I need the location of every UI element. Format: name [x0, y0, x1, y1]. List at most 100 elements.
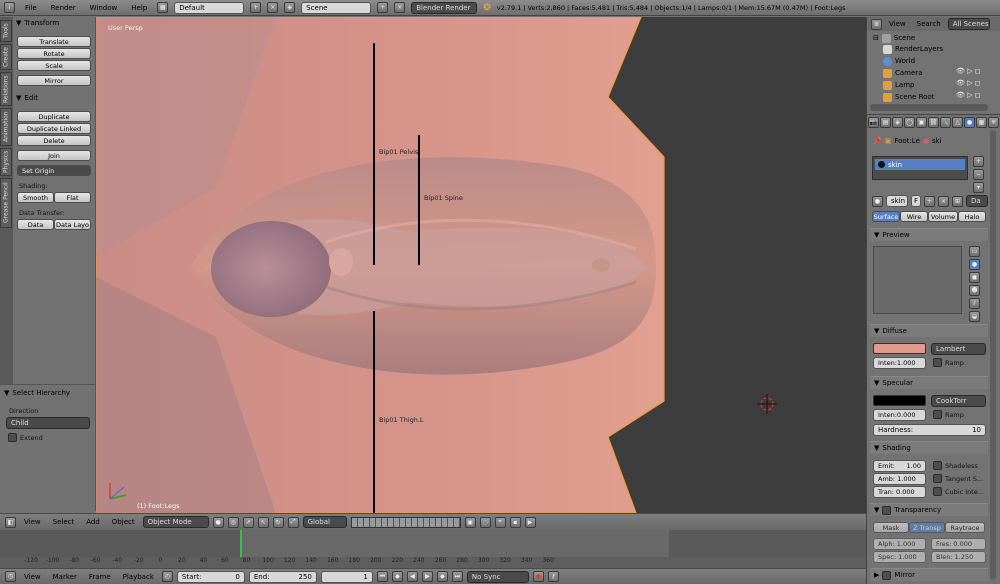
- emit-field[interactable]: Emit: 1.00: [873, 460, 926, 472]
- preview-flat-icon[interactable]: ▭: [969, 246, 980, 257]
- texture-tab-icon[interactable]: ▦: [976, 116, 987, 128]
- mirror-panel-header[interactable]: ▶ Mirror: [870, 568, 988, 581]
- specular-alpha-field[interactable]: Spec: 1.000: [873, 551, 926, 563]
- direction-select[interactable]: Child: [6, 417, 90, 429]
- specular-color-swatch[interactable]: [873, 395, 926, 406]
- menu-frame[interactable]: Frame: [85, 573, 115, 581]
- tab-physics[interactable]: Physics: [0, 148, 12, 176]
- duplicate-linked-button[interactable]: Duplicate Linked: [17, 123, 91, 134]
- pin-icon[interactable]: 📌: [873, 137, 882, 145]
- tab-grease-pencil[interactable]: Grease Pencil: [0, 178, 12, 228]
- mirror-button[interactable]: Mirror: [17, 75, 91, 86]
- preview-cube-icon[interactable]: ◼: [969, 272, 980, 283]
- preview-hair-icon[interactable]: ⫽: [969, 298, 980, 309]
- sync-select[interactable]: No Sync: [466, 570, 529, 583]
- diffuse-panel-header[interactable]: ▼ Diffuse: [870, 324, 988, 337]
- set-origin-select[interactable]: Set Origin: [17, 165, 91, 176]
- tab-animation[interactable]: Animation: [0, 108, 12, 146]
- menu-marker[interactable]: Marker: [49, 573, 81, 581]
- timeline-playhead[interactable]: [240, 530, 242, 557]
- screen-layout-icon[interactable]: ▦: [157, 2, 169, 13]
- menu-window[interactable]: Window: [86, 4, 122, 12]
- outliner-menu-view[interactable]: View: [885, 20, 910, 28]
- fresnel-field[interactable]: Fres: 0.000: [931, 538, 986, 550]
- material-slot-list[interactable]: skin: [872, 156, 968, 180]
- object-tab-icon[interactable]: ▣: [916, 116, 927, 128]
- add-layout-icon[interactable]: +: [250, 2, 262, 13]
- play-reverse-icon[interactable]: ◀: [406, 571, 418, 582]
- menu-help[interactable]: Help: [127, 4, 151, 12]
- specular-shader-select[interactable]: CookTorr: [931, 395, 986, 407]
- blend-field[interactable]: Blen: 1.250: [931, 551, 986, 563]
- add-slot-icon[interactable]: +: [973, 156, 984, 167]
- tab-create[interactable]: Create: [0, 44, 12, 70]
- tab-surface[interactable]: Surface: [872, 211, 900, 222]
- layers-grid[interactable]: [350, 516, 461, 528]
- constraints-tab-icon[interactable]: ⛓: [928, 116, 939, 128]
- particles-tab-icon[interactable]: ✳: [988, 116, 999, 128]
- material-slot-skin[interactable]: skin: [875, 159, 965, 170]
- extend-checkbox[interactable]: [8, 433, 17, 442]
- editor-type-info-icon[interactable]: i: [4, 2, 15, 13]
- transparency-raytrace[interactable]: Raytrace: [945, 522, 985, 533]
- menu-view[interactable]: View: [20, 518, 45, 526]
- lamp-visibility-icons[interactable]: 👁 ▷ ◻: [956, 79, 981, 87]
- flat-button[interactable]: Flat: [54, 192, 91, 203]
- bone-pelvis[interactable]: [373, 43, 375, 265]
- manipulator-toggle-icon[interactable]: ↗: [242, 516, 254, 528]
- outliner-item-lamp[interactable]: Lamp: [883, 79, 914, 91]
- editor-type-outliner-icon[interactable]: ≣: [871, 18, 882, 30]
- render-engine-select[interactable]: Blender Render: [411, 1, 478, 14]
- outliner-item-renderlayers[interactable]: RenderLayers: [883, 43, 943, 55]
- remove-slot-icon[interactable]: −: [973, 169, 984, 180]
- menu-select[interactable]: Select: [49, 518, 79, 526]
- bone-thigh-l[interactable]: [373, 311, 375, 513]
- ambient-field[interactable]: Amb: 1.000: [873, 473, 926, 485]
- root-visibility-icons[interactable]: 👁 ▷ ◻: [956, 91, 981, 99]
- node-icon[interactable]: ⊞: [952, 195, 963, 207]
- rotate-manipulator-icon[interactable]: ↻: [272, 516, 284, 528]
- translucency-field[interactable]: Tran: 0.000: [873, 486, 926, 498]
- current-frame-field[interactable]: 1: [320, 570, 373, 583]
- shading-panel-header[interactable]: ▼ Shading: [870, 441, 988, 454]
- smooth-button[interactable]: Smooth: [17, 192, 54, 203]
- snap-icon[interactable]: ⌖: [494, 516, 506, 528]
- lock-layers-icon[interactable]: ▣: [464, 516, 476, 528]
- render-tab-icon[interactable]: 📷: [868, 116, 879, 128]
- start-frame-field[interactable]: Start: 0: [176, 570, 245, 583]
- tab-tools[interactable]: Tools: [0, 20, 12, 42]
- unlink-material-icon[interactable]: ×: [938, 195, 949, 207]
- transparency-z-transp[interactable]: Z Transp: [909, 522, 945, 533]
- scene-field[interactable]: Scene: [301, 1, 372, 14]
- next-keyframe-icon[interactable]: ◆: [436, 571, 448, 582]
- duplicate-button[interactable]: Duplicate: [17, 111, 91, 122]
- translate-button[interactable]: Translate: [17, 36, 91, 47]
- modifiers-tab-icon[interactable]: 🔧: [940, 116, 951, 128]
- opengl-render-icon[interactable]: ▶: [524, 516, 536, 528]
- alpha-field[interactable]: Alph: 1.000: [873, 538, 926, 550]
- preview-panel-header[interactable]: ▼ Preview: [870, 228, 988, 241]
- orientation-select[interactable]: Global: [302, 516, 347, 528]
- specular-intensity-field[interactable]: Inten:0.000: [873, 409, 926, 421]
- shadeless-checkbox[interactable]: [933, 461, 942, 470]
- join-button[interactable]: Join: [17, 150, 91, 161]
- add-scene-icon[interactable]: +: [377, 2, 389, 13]
- menu-render[interactable]: Render: [47, 4, 80, 12]
- menu-object[interactable]: Object: [108, 518, 139, 526]
- proportional-edit-icon[interactable]: ◌: [479, 516, 491, 528]
- outliner-item-camera[interactable]: Camera: [883, 67, 922, 79]
- renderlayers-tab-icon[interactable]: ▤: [880, 116, 891, 128]
- specular-panel-header[interactable]: ▼ Specular: [870, 376, 988, 389]
- data-tab-icon[interactable]: △: [952, 116, 963, 128]
- delete-button[interactable]: Delete: [17, 135, 91, 146]
- material-name-field[interactable]: skin: [886, 195, 908, 207]
- new-material-icon[interactable]: +: [924, 195, 935, 207]
- transparency-panel-header[interactable]: ▼ Transparency: [870, 503, 988, 516]
- properties-scrollbar[interactable]: [990, 130, 996, 580]
- jump-start-icon[interactable]: ⏮: [376, 571, 388, 582]
- tab-wire[interactable]: Wire: [900, 211, 928, 222]
- edit-panel-header[interactable]: ▼ Edit: [16, 92, 38, 104]
- mode-select[interactable]: Object Mode: [142, 516, 209, 528]
- preview-sphere-icon[interactable]: ●: [969, 259, 980, 270]
- menu-add[interactable]: Add: [82, 518, 104, 526]
